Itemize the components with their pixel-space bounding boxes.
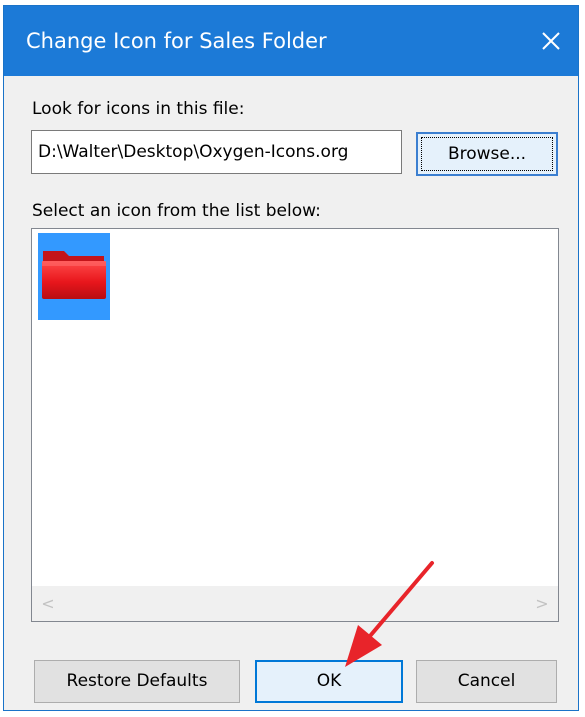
ok-button[interactable]: OK — [255, 660, 403, 703]
scroll-right-button[interactable]: > — [526, 586, 558, 621]
browse-button-label: Browse... — [421, 137, 553, 171]
close-icon — [542, 32, 560, 50]
browse-button[interactable]: Browse... — [416, 132, 558, 176]
close-button[interactable] — [532, 22, 570, 60]
red-folder-icon — [42, 251, 106, 299]
change-icon-dialog: Change Icon for Sales Folder Look for ic… — [3, 5, 579, 711]
icon-list-label: Select an icon from the list below: — [32, 201, 321, 221]
icon-file-path-input[interactable] — [31, 130, 402, 174]
title-bar: Change Icon for Sales Folder — [4, 6, 578, 76]
cancel-button[interactable]: Cancel — [416, 660, 557, 703]
restore-defaults-button[interactable]: Restore Defaults — [34, 660, 240, 703]
file-label: Look for icons in this file: — [32, 99, 245, 119]
icon-list[interactable]: < > — [31, 228, 559, 622]
page: Change Icon for Sales Folder Look for ic… — [0, 0, 585, 717]
icon-list-item-selected[interactable] — [38, 233, 110, 320]
horizontal-scrollbar[interactable]: < > — [32, 586, 558, 621]
dialog-title: Change Icon for Sales Folder — [26, 29, 327, 53]
scroll-left-button[interactable]: < — [32, 586, 64, 621]
